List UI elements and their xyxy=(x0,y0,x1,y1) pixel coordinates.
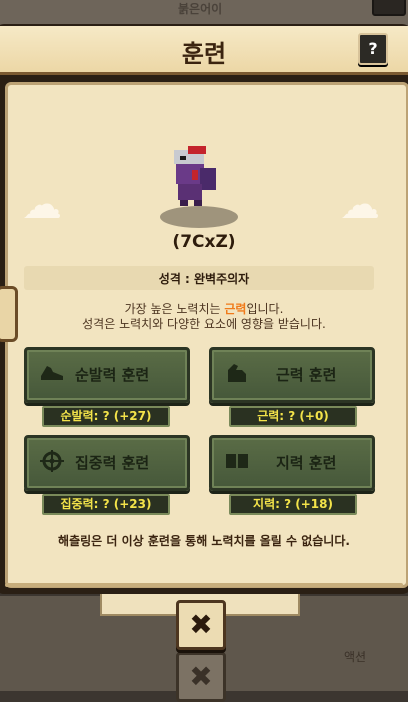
focus-training-label: 집중력 훈련 xyxy=(75,454,150,472)
close-button[interactable]: ✖ xyxy=(176,600,226,650)
character-shadow xyxy=(160,206,238,228)
cloud-right-icon: ☁ xyxy=(340,182,380,228)
background-bottom-text: 액션 xyxy=(344,650,367,664)
background-close-button: ✖ xyxy=(176,652,226,702)
content-bottom-edge xyxy=(5,583,403,587)
focus-stat: 집중력: ? (+23) xyxy=(42,494,170,515)
character-name: (7CxZ) xyxy=(172,232,236,252)
training-limit-message: 해츨링은 더 이상 훈련을 통해 노력치를 올릴 수 없습니다. xyxy=(58,534,350,548)
shoe-icon xyxy=(41,366,63,380)
personality-text: 성격 : 완벽주의자 xyxy=(158,272,250,286)
agility-stat: 순발력: ? (+27) xyxy=(42,406,170,427)
strength-stat: 근력: ? (+0) xyxy=(229,406,357,427)
muscle-arm-icon xyxy=(228,364,246,382)
book-icon xyxy=(226,454,248,468)
background-corner-button xyxy=(372,0,406,16)
info-line-1-suffix: 입니다. xyxy=(246,302,284,316)
strength-training-label: 근력 훈련 xyxy=(276,366,337,384)
agility-training-label: 순발력 훈련 xyxy=(75,366,150,384)
cloud-left-icon: ☁ xyxy=(22,182,62,228)
focus-training-button[interactable]: 집중력 훈련 xyxy=(24,435,190,491)
info-line-2: 성격은 노력치와 다양한 요소에 영향을 받습니다. xyxy=(82,317,326,331)
intelligence-stat: 지력: ? (+18) xyxy=(229,494,357,515)
intelligence-training-button[interactable]: 지력 훈련 xyxy=(209,435,375,491)
help-button[interactable]: ? xyxy=(358,33,388,65)
dialog-title: 훈련 xyxy=(181,40,227,68)
agility-training-button[interactable]: 순발력 훈련 xyxy=(24,347,190,403)
strength-training-button[interactable]: 근력 훈련 xyxy=(209,347,375,403)
info-line-1-prefix: 가장 높은 노력치는 xyxy=(124,302,225,316)
intelligence-training-label: 지력 훈련 xyxy=(276,454,337,472)
crosshair-icon xyxy=(40,450,64,472)
info-line-1-highlight: 근력 xyxy=(224,302,247,316)
background-top-text: 붉은어이 xyxy=(178,2,223,16)
hatchling-character-icon xyxy=(174,146,216,206)
